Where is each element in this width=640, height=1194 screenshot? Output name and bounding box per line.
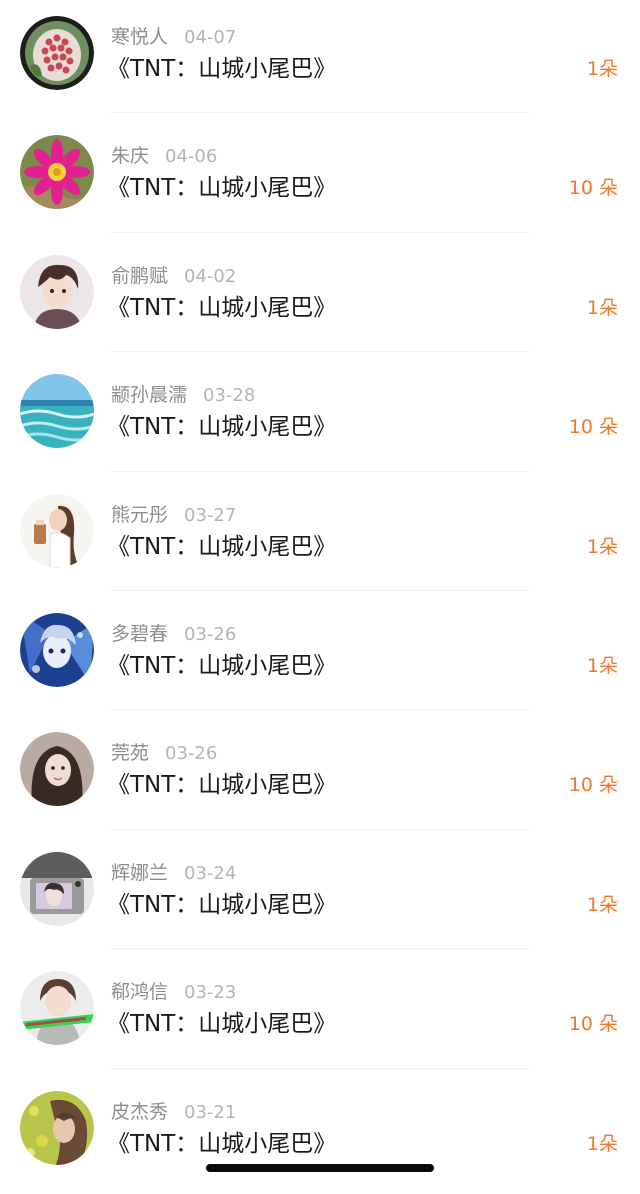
book-title: 《TNT：山城小尾巴》 <box>107 56 337 82</box>
list-item[interactable]: 郗鸿信 03-23 《TNT：山城小尾巴》 10 朵 <box>0 955 640 1074</box>
book-title: 《TNT：山城小尾巴》 <box>107 175 337 202</box>
record-meta: 辉娜兰 03-24 <box>111 860 236 886</box>
divider <box>111 470 530 472</box>
book-title: 《TNT：山城小尾巴》 <box>107 533 337 560</box>
list-item[interactable]: 莞苑 03-26 《TNT：山城小尾巴》 10 朵 <box>0 716 640 835</box>
girl-portrait-avatar[interactable] <box>20 732 94 807</box>
flower-count: 1朵 <box>586 58 618 80</box>
record-date: 04-06 <box>165 146 218 168</box>
flower-count: 1朵 <box>586 535 618 558</box>
record-meta: 颛孙晨濡 03-28 <box>111 382 255 408</box>
list-item[interactable]: 多碧春 03-26 《TNT：山城小尾巴》 1朵 <box>0 597 640 716</box>
record-date: 03-23 <box>184 982 237 1004</box>
flower-count: 10 朵 <box>568 1013 618 1036</box>
flower-count: 10 朵 <box>568 774 618 797</box>
pink-flower-avatar[interactable] <box>20 135 94 210</box>
anime-boy-avatar[interactable] <box>20 254 94 329</box>
book-title: 《TNT：山城小尾巴》 <box>107 1011 337 1038</box>
user-name: 俞鹏赋 <box>111 264 169 287</box>
divider <box>111 351 530 353</box>
ocean-avatar[interactable] <box>20 374 94 449</box>
book-title: 《TNT：山城小尾巴》 <box>107 1130 337 1157</box>
record-date: 03-26 <box>184 623 237 645</box>
user-name: 郗鸿信 <box>111 981 169 1004</box>
user-name: 皮杰秀 <box>111 1100 169 1123</box>
list-item[interactable]: 辉娜兰 03-24 《TNT：山城小尾巴》 1朵 <box>0 836 640 955</box>
flower-count: 10 朵 <box>568 416 618 439</box>
divider <box>111 948 530 950</box>
user-name: 颛孙晨濡 <box>111 384 188 407</box>
list-item[interactable]: 颛孙晨濡 03-28 《TNT：山城小尾巴》 10 朵 <box>0 358 640 477</box>
book-title: 《TNT：山城小尾巴》 <box>107 414 337 441</box>
book-title: 《TNT：山城小尾巴》 <box>107 772 337 799</box>
record-meta: 皮杰秀 03-21 <box>111 1099 236 1125</box>
record-meta: 寒悦人 04-07 <box>111 24 236 50</box>
anime-character-avatar[interactable] <box>20 612 94 687</box>
list-item[interactable]: 皮杰秀 03-21 《TNT：山城小尾巴》 1朵 <box>0 1075 640 1194</box>
flower-count: 1朵 <box>586 654 618 677</box>
record-date: 03-24 <box>184 862 237 884</box>
flower-count: 1朵 <box>586 296 618 319</box>
divider <box>111 828 530 830</box>
user-name: 辉娜兰 <box>111 861 169 884</box>
home-indicator[interactable] <box>206 1164 434 1172</box>
gift-record-list: 寒悦人 04-07 《TNT：山城小尾巴》 1朵 朱庆 04-06 《TNT：山… <box>0 0 640 1194</box>
list-item[interactable]: 寒悦人 04-07 《TNT：山城小尾巴》 1朵 <box>0 0 640 119</box>
record-date: 03-26 <box>165 743 218 765</box>
book-title: 《TNT：山城小尾巴》 <box>107 652 337 679</box>
record-date: 04-02 <box>184 265 237 287</box>
book-title: 《TNT：山城小尾巴》 <box>107 294 337 321</box>
flower-count: 1朵 <box>586 893 618 916</box>
user-name: 多碧春 <box>111 622 169 645</box>
record-date: 03-28 <box>203 385 256 407</box>
camera-avatar[interactable] <box>20 851 94 926</box>
divider <box>111 709 530 711</box>
record-meta: 多碧春 03-26 <box>111 621 236 647</box>
flower-count: 1朵 <box>586 1132 618 1155</box>
user-name: 朱庆 <box>111 145 150 168</box>
record-date: 04-07 <box>184 27 237 48</box>
user-name: 熊元彤 <box>111 503 169 526</box>
boy-caption-avatar[interactable] <box>20 971 94 1046</box>
record-meta: 熊元彤 03-27 <box>111 502 236 528</box>
record-date: 03-21 <box>184 1101 237 1123</box>
list-item[interactable]: 朱庆 04-06 《TNT：山城小尾巴》 10 朵 <box>0 119 640 238</box>
flower-count: 10 朵 <box>568 177 618 200</box>
divider <box>111 112 530 114</box>
record-date: 03-27 <box>184 504 237 526</box>
divider <box>111 231 530 233</box>
girl-cup-avatar[interactable] <box>20 493 94 568</box>
divider <box>111 1067 530 1069</box>
record-meta: 莞苑 03-26 <box>111 740 217 766</box>
record-meta: 朱庆 04-06 <box>111 143 217 169</box>
girl-field-avatar[interactable] <box>20 1090 94 1165</box>
flower-carving-avatar[interactable] <box>20 16 94 90</box>
record-meta: 郗鸿信 03-23 <box>111 979 236 1005</box>
user-name: 莞苑 <box>111 742 150 765</box>
record-meta: 俞鹏赋 04-02 <box>111 263 236 289</box>
list-item[interactable]: 熊元彤 03-27 《TNT：山城小尾巴》 1朵 <box>0 478 640 597</box>
book-title: 《TNT：山城小尾巴》 <box>107 891 337 918</box>
divider <box>111 589 530 591</box>
user-name: 寒悦人 <box>111 26 169 48</box>
list-item[interactable]: 俞鹏赋 04-02 《TNT：山城小尾巴》 1朵 <box>0 239 640 358</box>
